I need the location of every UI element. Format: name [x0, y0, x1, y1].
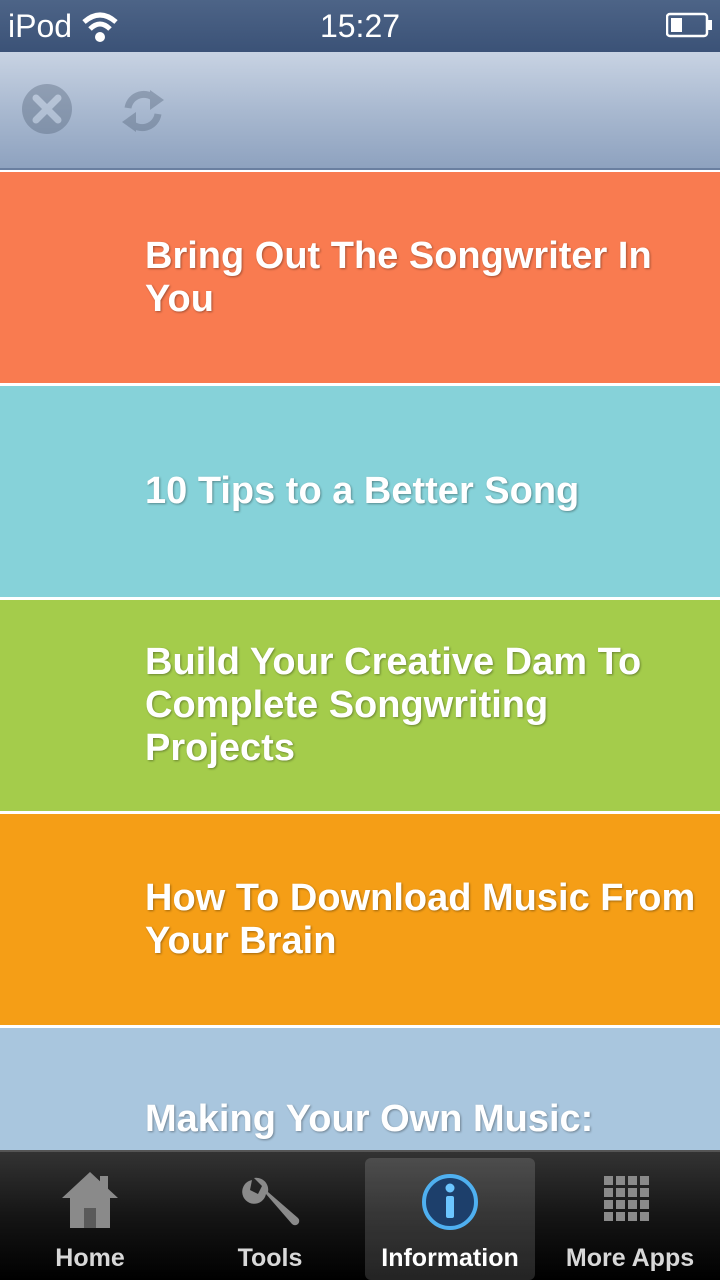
tab-label: Home	[55, 1244, 125, 1272]
article-card[interactable]: 10 Tips to a Better Song	[0, 386, 720, 600]
article-card[interactable]: How To Download Music From Your Brain	[0, 814, 720, 1028]
wrench-icon	[242, 1177, 300, 1226]
battery-icon	[666, 12, 712, 38]
article-list: Bring Out The Songwriter In You 10 Tips …	[0, 172, 720, 1150]
article-card[interactable]: Build Your Creative Dam To Complete Song…	[0, 600, 720, 814]
grid-icon	[604, 1176, 649, 1221]
article-title: 10 Tips to a Better Song	[145, 470, 580, 512]
article-card[interactable]: Making Your Own Music:	[0, 1028, 720, 1150]
tab-label: Information	[381, 1244, 519, 1272]
article-title: Build Your Creative Dam To Complete Song…	[145, 641, 642, 769]
status-time: 15:27	[319, 8, 401, 44]
tab-label: Tools	[237, 1244, 303, 1272]
article-title: Making Your Own Music:	[145, 1098, 594, 1140]
reload-icon[interactable]	[118, 82, 168, 138]
article-card[interactable]: Bring Out The Songwriter In You	[0, 172, 720, 386]
article-title: How To Download Music From Your Brain	[145, 876, 696, 962]
home-icon	[62, 1172, 118, 1228]
tab-information[interactable]: Information	[365, 1158, 535, 1280]
tab-home[interactable]: Home	[5, 1158, 175, 1280]
tab-label: More Apps	[565, 1244, 695, 1272]
tab-bar: Home Tools Information More Apps	[0, 1150, 720, 1280]
tab-more-apps[interactable]: More Apps	[545, 1158, 715, 1280]
status-bar: iPod 15:27	[0, 0, 720, 52]
info-icon	[422, 1174, 478, 1230]
stop-icon[interactable]	[20, 78, 74, 140]
article-title: Bring Out The Songwriter In You	[145, 234, 652, 320]
tab-tools[interactable]: Tools	[185, 1158, 355, 1280]
browser-toolbar	[0, 52, 720, 170]
